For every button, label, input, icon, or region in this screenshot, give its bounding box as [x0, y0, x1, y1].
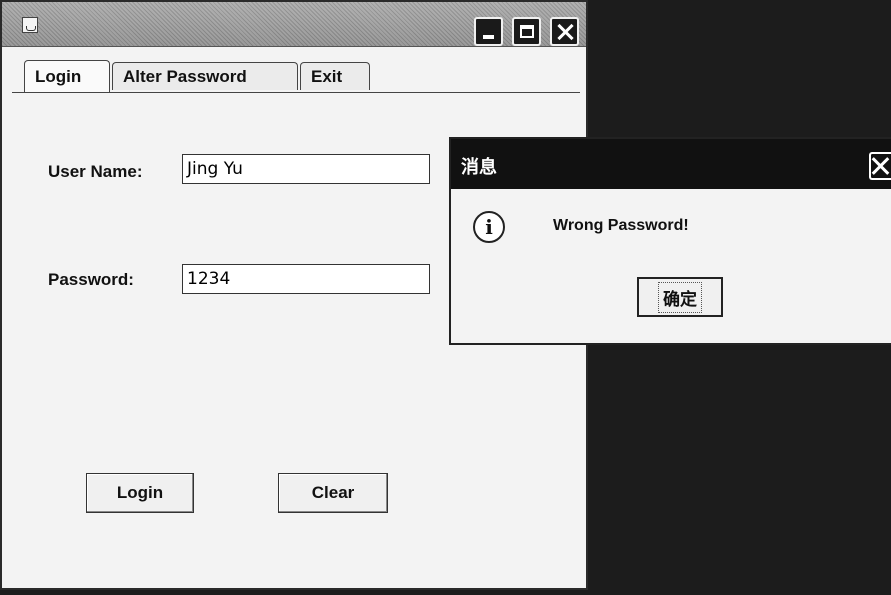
- tab-strip: Login Alter Password Exit: [2, 46, 586, 94]
- info-icon: i: [473, 211, 505, 243]
- clear-button[interactable]: Clear: [278, 473, 388, 513]
- maximize-icon: [519, 25, 534, 38]
- tab-exit-label: Exit: [311, 66, 343, 86]
- ok-button[interactable]: 确定: [637, 277, 723, 317]
- dialog-message: Wrong Password!: [553, 217, 689, 234]
- tab-exit[interactable]: Exit: [300, 62, 370, 90]
- message-dialog: 消息 i Wrong Password! 确定: [449, 137, 891, 345]
- login-button-label: Login: [116, 483, 164, 502]
- minimize-button[interactable]: [474, 17, 503, 46]
- close-button[interactable]: [550, 17, 579, 46]
- java-cup-icon: [22, 17, 38, 33]
- username-input[interactable]: Jing Yu: [182, 154, 430, 184]
- tab-alter-password-label: Alter Password: [123, 66, 247, 86]
- ok-button-label: 确定: [658, 281, 702, 313]
- close-icon: [557, 24, 573, 40]
- dialog-titlebar[interactable]: 消息: [451, 139, 891, 189]
- window-titlebar[interactable]: [2, 2, 586, 47]
- tab-login-label: Login: [35, 66, 82, 86]
- maximize-button[interactable]: [512, 17, 541, 46]
- dialog-close-icon[interactable]: [869, 152, 891, 180]
- tab-login[interactable]: Login: [24, 60, 110, 92]
- clear-button-label: Clear: [311, 483, 355, 502]
- tab-alter-password[interactable]: Alter Password: [112, 62, 298, 90]
- login-button[interactable]: Login: [86, 473, 194, 513]
- password-input[interactable]: 1234: [182, 264, 430, 294]
- dialog-title: 消息: [461, 157, 497, 177]
- username-label: User Name:: [48, 162, 143, 181]
- password-label: Password:: [48, 270, 134, 289]
- minimize-icon: [483, 34, 494, 39]
